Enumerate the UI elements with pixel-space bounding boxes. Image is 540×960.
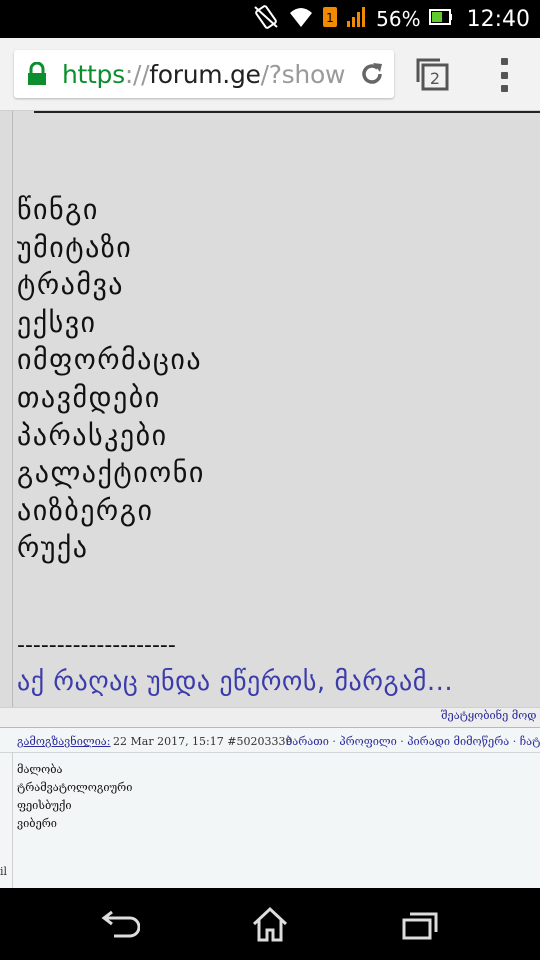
reload-icon[interactable] [358,60,386,88]
post-footer-strip: შეატყობინე მოდ [0,707,540,729]
sim-badge-icon: 1 [322,6,338,33]
quote-box-bottom-border [34,111,540,113]
post-line: მალობა [17,763,63,776]
svg-text:2: 2 [430,69,440,88]
tabs-switcher-button[interactable]: 2 [414,56,450,92]
post-word: აიზბერგი [17,493,154,527]
wifi-icon [288,5,314,34]
user-signature: აქ რაღაც უნდა ეწეროს, მარგამ... [17,667,454,697]
post-word: იმფორმაცია [17,343,203,377]
post-actions[interactable]: ბარათი · პროფილი · პირადი მიმოწერა · ჩატ… [286,735,540,748]
sender-label[interactable]: გამოგზავნილია: [17,735,110,748]
post-left-border [12,111,13,707]
browser-toolbar: https://forum.ge/?show 2 [0,38,540,111]
signal-icon [346,6,368,33]
post-line: ვიბერი [17,817,57,830]
status-bar: 1 56% 12:40 [0,0,540,38]
url-path: /?show [260,59,346,89]
url-text: https://forum.ge/?show [62,60,345,89]
lock-icon [26,61,48,86]
signature-separator: -------------------- [17,633,176,658]
post-word: ექსვი [17,305,97,339]
svg-text:1: 1 [326,11,334,25]
post-date: 22 Mar 2017, 15:17 #50203339 [113,735,292,748]
post-line: ტრამვატოლოგიური [17,781,133,794]
clock: 12:40 [466,6,530,32]
post-word: თავმდები [17,380,161,414]
post-left-border [12,752,13,888]
battery-percent: 56% [376,7,421,31]
post-word: ტრამვა [17,268,125,302]
post-id[interactable]: #50203339 [227,735,292,748]
post-word: რუქა [17,531,89,565]
status-icons: 1 56% 12:40 [252,0,530,38]
navigation-bar [0,888,540,960]
clipped-sidebar-text: il [0,865,8,878]
post-body: მალობა ტრამვატოლოგიური ფეისბუქი ვიბერი [17,761,132,833]
home-icon[interactable] [250,904,290,944]
url-scheme: https [62,59,125,89]
recent-apps-icon[interactable] [400,904,440,944]
web-page: წინგი უმიტაზი ტრამვა ექსვი იმფორმაცია თა… [0,111,540,888]
post-line: ფეისბუქი [17,799,72,812]
post-datetime: 22 Mar 2017, 15:17 [113,735,224,748]
post-meta-bar: გამოგზავნილია: 22 Mar 2017, 15:17 #50203… [0,728,540,753]
url-host: forum.ge [149,59,261,89]
post-word: უმიტაზი [17,230,133,264]
url-bar[interactable]: https://forum.ge/?show [14,50,394,98]
post-word: წინგი [17,193,99,226]
forum-post-2: გამოგზავნილია: 22 Mar 2017, 15:17 #50203… [0,728,540,888]
overflow-menu-icon[interactable] [496,58,512,92]
post-word: გალაქტიონი [17,456,205,490]
forum-post: წინგი უმიტაზი ტრამვა ექსვი იმფორმაცია თა… [0,111,540,707]
url-separator: :// [124,59,150,89]
battery-icon [428,7,453,31]
back-icon[interactable] [100,904,141,944]
report-moderator-link[interactable]: შეატყობინე მოდ [441,709,536,722]
post-word-list: წინგი უმიტაზი ტრამვა ექსვი იმფორმაცია თა… [17,191,205,567]
post-word: პარასკები [17,418,168,452]
vibrate-icon [252,4,280,35]
